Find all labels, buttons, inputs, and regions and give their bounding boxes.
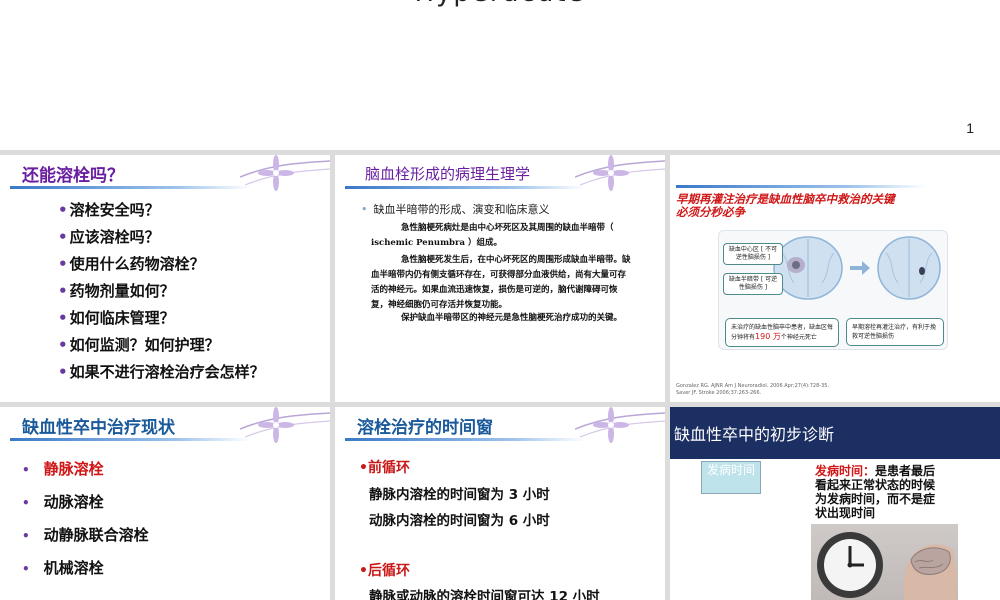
clock-head-image: [811, 524, 958, 600]
slide-title: 缺血性卒中的初步诊断: [674, 425, 835, 444]
title-underline: [10, 438, 250, 441]
slide-treatment-status[interactable]: 缺血性卒中治疗现状 • 静脉溶栓 • 动脉溶栓 • 动静脉联合溶栓 • 机械溶栓: [0, 407, 330, 600]
slide-title: 溶栓治疗的时间窗: [357, 418, 493, 438]
onset-definition: 发病时间：是患者最后看起来正常状态的时候为发病时间，而不是症状出现时间: [815, 464, 936, 520]
slide-early-reperfusion[interactable]: 早期再灌注治疗是缺血性脑卒中救治的关键 必须分秒必争 缺血中心区 [ 不可逆性脑…: [670, 155, 1000, 402]
clock-icon: [817, 532, 883, 598]
title-underline: [345, 438, 585, 441]
treatment-list: • 静脉溶栓 • 动脉溶栓 • 动静脉联合溶栓 • 机械溶栓: [22, 457, 149, 589]
previous-page-area: Hyperacute 1: [0, 0, 1000, 150]
list-item: • 使用什么药物溶栓？: [58, 255, 205, 273]
slide-title: 脑血栓形成的病理生理学: [365, 165, 531, 183]
list-item: • 药物剂量如何？: [58, 282, 175, 300]
paragraph: 保护缺血半暗带区的神经元是急性脑梗死治疗成功的关键。: [401, 313, 623, 323]
time-window-line: 静脉内溶栓的时间窗为 3 小时: [369, 487, 550, 503]
paragraph: 急性脑梗死发生后，在中心坏死区的周围形成缺血半暗带。缺血半暗带内仍有侧支循环存在…: [371, 255, 631, 310]
list-item: • 机械溶栓: [22, 559, 104, 577]
head-brain-icon: [903, 544, 957, 600]
ornament-icon: [575, 155, 665, 191]
slide-pathophysiology[interactable]: 脑血栓形成的病理生理学 • 缺血半暗带的形成、演变和临床意义 急性脑梗死病灶是由中…: [335, 155, 665, 402]
title-banner: 缺血性卒中的初步诊断: [670, 407, 1000, 459]
list-item: • 动静脉联合溶栓: [22, 526, 149, 544]
title-underline: [345, 186, 585, 189]
paragraph: 急性脑梗死病灶是由中心坏死区及其周围的缺血半暗带（ ischemic Penum…: [371, 223, 614, 248]
note-untreated: 未治疗的缺血性脑卒中患者，缺血区每分钟将有190 万个神经元死亡: [725, 318, 839, 347]
section-anterior: •前循环: [359, 460, 410, 476]
slide-title: 缺血性卒中治疗现状: [22, 418, 175, 438]
title-underline: [676, 185, 926, 188]
list-item: • 溶栓安全吗？: [58, 201, 160, 219]
list-item: • 应该溶栓吗？: [58, 228, 160, 246]
subheading: • 缺血半暗带的形成、演变和临床意义: [361, 203, 550, 216]
ornament-icon: [575, 407, 665, 443]
slide-thrombolysis-questions[interactable]: 还能溶栓吗？ • 溶栓安全吗？ • 应该溶栓吗？ • 使用什么药物溶栓？ • 药物剂量如…: [0, 155, 330, 402]
list-item: • 如果不进行溶栓治疗会怎样？: [58, 363, 265, 381]
onset-time-box: 发病时间: [701, 461, 761, 494]
label-ischemic-core: 缺血中心区 [ 不可逆性脑损伤 ]: [723, 243, 783, 265]
question-list: • 溶栓安全吗？ • 应该溶栓吗？ • 使用什么药物溶栓？ • 药物剂量如何？ • 如何临…: [58, 197, 265, 386]
time-window-line: 动脉内溶栓的时间窗为 6 小时: [369, 513, 550, 529]
list-item: • 如何监测？如何护理？: [58, 336, 220, 354]
slide-title: 还能溶栓吗？: [22, 166, 124, 186]
section-posterior: •后循环: [359, 563, 410, 579]
list-item: • 如何临床管理？: [58, 309, 175, 327]
slide-time-window[interactable]: 溶栓治疗的时间窗 •前循环 静脉内溶栓的时间窗为 3 小时 动脉内溶栓的时间窗为…: [335, 407, 665, 600]
ornament-icon: [240, 407, 330, 443]
previous-page-title: Hyperacute: [300, 0, 700, 8]
title-underline: [10, 186, 250, 189]
references: Gonzalez RG. AJNR Am J Neuroradiol. 2006…: [676, 383, 830, 396]
list-item: • 静脉溶栓: [22, 460, 104, 478]
brain-scan-icon: [877, 236, 941, 300]
label-penumbra: 缺血半暗带 [ 可逆性脑损伤 ]: [723, 273, 783, 295]
arrow-icon: [850, 261, 870, 275]
ornament-icon: [240, 155, 330, 191]
page-number: 1: [966, 120, 974, 136]
slide-title: 早期再灌注治疗是缺血性脑卒中救治的关键 必须分秒必争: [676, 192, 895, 219]
slide-initial-diagnosis[interactable]: 缺血性卒中的初步诊断 发病时间 发病时间：是患者最后看起来正常状态的时候为发病时…: [670, 407, 1000, 600]
list-item: • 动脉溶栓: [22, 493, 104, 511]
note-early-thrombolysis: 早期溶栓再灌注治疗，有利于挽救可逆性脑损伤: [846, 318, 944, 346]
time-window-line: 静脉或动脉的溶栓时间窗可达 12 小时: [369, 589, 600, 600]
